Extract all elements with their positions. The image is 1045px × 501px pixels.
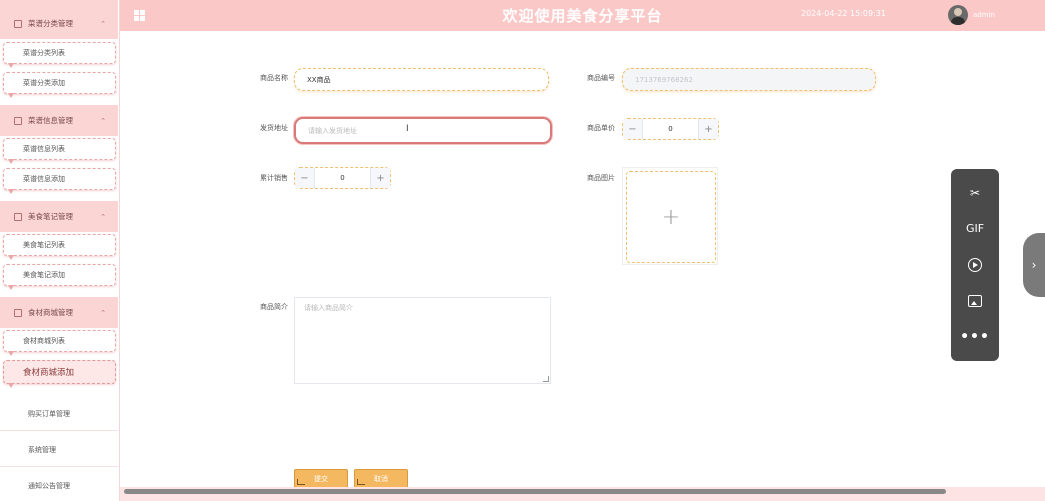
play-circle-icon[interactable] [951, 252, 999, 278]
bubble-tail [8, 285, 14, 290]
sidebar-item-notice[interactable]: 通知公告管理 [0, 470, 118, 501]
address-placeholder: 请输入发货地址 [308, 126, 357, 135]
cancel-label: 取消 [374, 474, 388, 483]
floating-toolbar: ✂ GIF ••• [951, 169, 999, 361]
sidebar-item-label: 美食笔记添加 [23, 271, 65, 279]
top-header: 欢迎使用美食分享平台 2024-04-22 15:09:31 admin [120, 0, 1045, 31]
name-label: 商品名称 [260, 74, 288, 82]
gif-icon[interactable]: GIF [951, 215, 999, 241]
sidebar-group-label: 菜谱分类管理 [28, 19, 73, 28]
sales-label: 累计销售 [260, 174, 288, 182]
sidebar-item-label: 菜谱分类添加 [23, 79, 65, 87]
sidebar-item-label: 通知公告管理 [28, 482, 70, 490]
sidebar-item-ingredient-mall-add[interactable]: 食材商城添加 [3, 360, 116, 388]
chevron-right-icon[interactable]: › [1023, 233, 1045, 297]
price-label: 商品单价 [587, 124, 615, 132]
price-stepper[interactable]: − 0 + [622, 118, 719, 140]
name-field[interactable]: XX商品 [294, 68, 549, 91]
sidebar-item-label: 食材商城添加 [23, 368, 75, 378]
cancel-button[interactable]: 取消 [354, 469, 408, 488]
sales-stepper[interactable]: − 0 + [294, 167, 391, 189]
corner-mark-icon [357, 479, 365, 485]
sidebar-item-food-notes-list[interactable]: 美食笔记列表 [3, 234, 116, 260]
intro-placeholder: 请输入商品简介 [304, 304, 353, 312]
image-icon[interactable] [951, 288, 999, 314]
sales-value[interactable]: 0 [315, 168, 370, 188]
bubble-tail [8, 255, 14, 260]
sidebar-item-food-notes-add[interactable]: 美食笔记添加 [3, 264, 116, 290]
bubble-tail [8, 63, 14, 68]
sidebar-item-purchase-orders[interactable]: 购买订单管理 [0, 398, 118, 431]
chevron-up-icon: ⌃ [100, 308, 106, 317]
sidebar-item-label: 食材商城列表 [23, 337, 65, 345]
resize-grip-icon[interactable] [543, 376, 549, 382]
bubble-tail [8, 93, 14, 98]
submit-button[interactable]: 提交 [294, 469, 348, 488]
sidebar-group-recipe-category[interactable]: 菜谱分类管理 ⌃ [0, 8, 118, 39]
sidebar-item-recipe-category-list[interactable]: 菜谱分类列表 [3, 42, 116, 68]
bubble-tail [8, 351, 14, 356]
menu-square-icon [14, 19, 22, 28]
sidebar-item-label: 系统管理 [28, 446, 56, 454]
minus-icon[interactable]: − [295, 168, 315, 188]
plus-icon[interactable]: + [370, 168, 390, 188]
bubble-tail [8, 159, 14, 164]
address-input[interactable]: 请输入发货地址 I [294, 117, 552, 144]
text-cursor-icon: I [406, 124, 409, 134]
sidebar-group-ingredient-mall[interactable]: 食材商城管理 ⌃ [0, 297, 118, 328]
datetime: 2024-04-22 15:09:31 [801, 9, 886, 18]
shopping-bag-icon [14, 308, 22, 317]
menu-square-icon [14, 116, 22, 125]
sidebar-item-ingredient-mall-list[interactable]: 食材商城列表 [3, 330, 116, 356]
code-label: 商品编号 [587, 74, 615, 82]
sidebar-group-label: 食材商城管理 [28, 308, 73, 317]
sidebar-item-label: 菜谱信息列表 [23, 145, 65, 153]
user-avatar[interactable] [948, 5, 968, 25]
sidebar-item-recipe-info-add[interactable]: 菜谱信息添加 [3, 168, 116, 194]
minus-icon[interactable]: − [623, 119, 643, 139]
page-title: 欢迎使用美食分享平台 [502, 7, 663, 25]
username[interactable]: admin [973, 11, 995, 19]
address-label: 发货地址 [260, 124, 288, 132]
scissors-icon[interactable]: ✂ [951, 180, 999, 206]
scrollbar-thumb[interactable] [124, 489, 946, 494]
sidebar-group-recipe-info[interactable]: 菜谱信息管理 ⌃ [0, 105, 118, 136]
intro-textarea[interactable]: 请输入商品简介 [294, 297, 551, 384]
corner-mark-icon [297, 479, 305, 485]
sidebar-item-recipe-info-list[interactable]: 菜谱信息列表 [3, 138, 116, 164]
menu-square-icon [14, 212, 22, 221]
image-label: 商品图片 [587, 174, 615, 182]
sidebar-item-label: 美食笔记列表 [23, 241, 65, 249]
more-icon[interactable]: ••• [951, 324, 999, 350]
sidebar-group-food-notes[interactable]: 美食笔记管理 ⌃ [0, 201, 118, 232]
sidebar-group-label: 菜谱信息管理 [28, 116, 73, 125]
bubble-tail [8, 189, 14, 194]
sidebar-group-label: 美食笔记管理 [28, 212, 73, 221]
chevron-up-icon: ⌃ [100, 19, 106, 28]
sidebar-item-label: 菜谱分类列表 [23, 49, 65, 57]
sidebar-item-recipe-category-add[interactable]: 菜谱分类添加 [3, 72, 116, 98]
sidebar: 菜谱分类管理 ⌃ 菜谱分类列表 菜谱分类添加 菜谱信息管理 ⌃ 菜谱信息列表 菜… [0, 0, 120, 501]
name-value: XX商品 [307, 75, 331, 84]
chevron-up-icon: ⌃ [100, 212, 106, 221]
code-value: 1713769768262 [635, 75, 693, 84]
plus-icon[interactable]: + [626, 171, 716, 263]
bubble-tail [8, 383, 14, 388]
sidebar-top-strip [0, 0, 118, 8]
intro-label: 商品简介 [260, 303, 288, 311]
sidebar-item-label: 购买订单管理 [28, 410, 70, 418]
plus-icon[interactable]: + [698, 119, 718, 139]
gif-text: GIF [965, 221, 985, 235]
code-field: 1713769768262 [622, 68, 876, 91]
price-value[interactable]: 0 [643, 119, 698, 139]
sidebar-item-system[interactable]: 系统管理 [0, 434, 118, 467]
chevron-up-icon: ⌃ [100, 116, 106, 125]
sidebar-item-label: 菜谱信息添加 [23, 175, 65, 183]
image-upload[interactable]: + [622, 167, 718, 265]
submit-label: 提交 [314, 474, 328, 483]
